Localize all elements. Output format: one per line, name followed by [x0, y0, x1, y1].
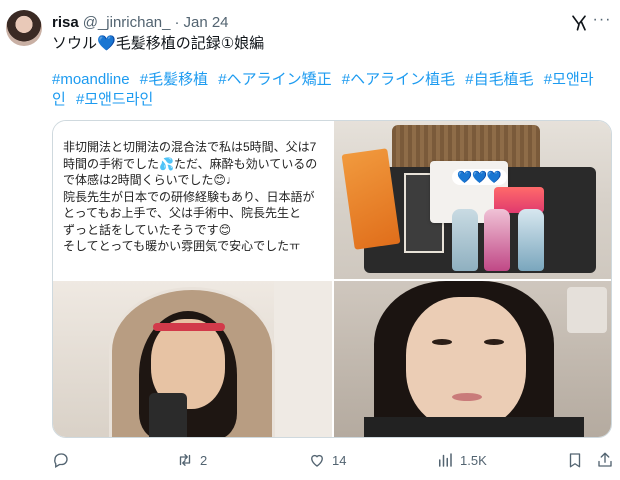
heart-icon [311, 454, 323, 467]
views-button[interactable]: 1.5K [436, 450, 487, 470]
wall [274, 281, 332, 437]
bookmark-button[interactable] [566, 450, 584, 470]
media-snacks-photo[interactable]: 💙💙💙 [334, 121, 611, 279]
eye [432, 339, 452, 345]
hashtag-link[interactable]: #毛髪移植 [140, 71, 208, 88]
tweet-text-end: 毛髪移植の記録①娘編 [115, 35, 265, 52]
hashtag-link[interactable]: #moandline [52, 71, 130, 88]
hashtag-link[interactable]: #ヘアライン植毛 [342, 71, 455, 88]
retweet-button[interactable]: 2 [176, 450, 207, 470]
hashtag-list: #moandline #毛髪移植 #ヘアライン矯正 #ヘアライン植毛 #自毛植毛… [52, 70, 608, 110]
action-bar: 2 14 1.5K [50, 450, 616, 470]
like-count: 14 [332, 452, 347, 468]
share-button[interactable] [596, 450, 614, 470]
retweet-count: 2 [200, 452, 208, 468]
views-count: 1.5K [460, 452, 487, 468]
author-handle[interactable]: @_jinrichan_ [83, 14, 171, 31]
face [406, 297, 526, 429]
media-text-image[interactable]: 非切開法と切開法の混合法で私は5時間、父は7 時間の手術でした💦ただ、麻酔も効い… [53, 121, 332, 279]
reply-button[interactable] [52, 450, 76, 470]
text-image-line: で体感は2時間くらいでした😊♩ [63, 173, 238, 187]
blue-heart-icon: 💙 [97, 35, 116, 52]
bookmark-icon [569, 453, 581, 468]
media-grid: 非切開法と切開法の混合法で私は5時間、父は7 時間の手術でした💦ただ、麻酔も効い… [52, 120, 612, 438]
bottle [452, 209, 478, 271]
text-image-line: とってもお上手で、父は手術中、院長先生と [63, 206, 301, 220]
reply-icon [54, 453, 68, 468]
like-button[interactable]: 14 [308, 450, 346, 470]
more-options-icon[interactable]: ··· [592, 12, 612, 33]
hashtag-link[interactable]: #自毛植毛 [465, 71, 533, 88]
text-image-line: 院長先生が日本での研修経験もあり、日本語が [63, 189, 315, 204]
hashtag-link[interactable]: #ヘアライン矯正 [218, 71, 331, 88]
headband [153, 323, 225, 331]
media-selfie-photo[interactable] [334, 281, 611, 437]
avatar[interactable] [6, 10, 42, 46]
tweet-text-start: ソウル [52, 35, 98, 52]
text-image-line: 時間の手術でした💦ただ、麻酔も効いているの [63, 156, 318, 171]
share-icon [598, 452, 612, 467]
eye [484, 339, 504, 345]
hashtag-link[interactable]: #모앤드라인 [76, 91, 153, 108]
text-image-line: 非切開法と切開法の混合法で私は5時間、父は7 [63, 140, 317, 154]
wall-panel [567, 287, 607, 333]
tweet-header: risa @_jinrichan_ · Jan 24 [52, 12, 610, 32]
grok-icon[interactable] [570, 14, 588, 32]
tweet-date[interactable]: Jan 24 [183, 14, 228, 31]
lips [452, 393, 482, 401]
bottle [484, 209, 510, 271]
hearts-sticker: 💙💙💙 [452, 169, 507, 185]
media-mirror-photo[interactable] [53, 281, 332, 437]
text-image-line: ずっと話をしていたそうです😊 [63, 222, 232, 237]
views-icon [439, 453, 452, 467]
tweet-text: ソウル💙毛髪移植の記録①娘編 [52, 34, 606, 54]
separator: · [174, 13, 180, 31]
text-image-line: そしてとっても暖かい雰囲気で安心でしたㅠ [63, 239, 301, 253]
phone [149, 393, 187, 437]
author-name[interactable]: risa [52, 14, 79, 31]
shirt [364, 417, 584, 437]
bottle [518, 209, 544, 271]
retweet-icon [179, 454, 191, 466]
